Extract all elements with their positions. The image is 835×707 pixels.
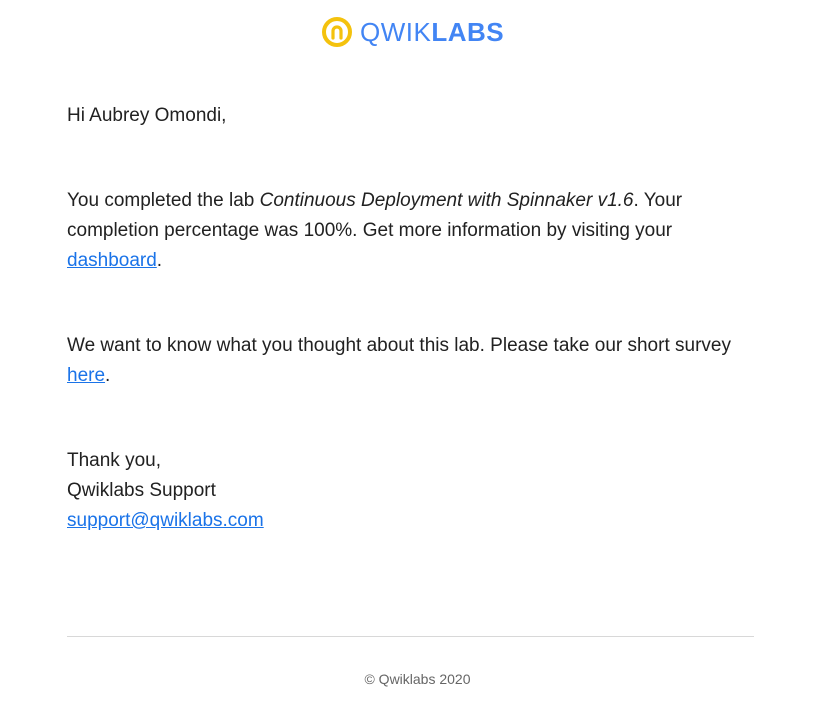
dashboard-link[interactable]: dashboard [67,250,157,271]
survey-paragraph: We want to know what you thought about t… [67,331,757,391]
footer-divider [67,636,754,637]
completion-suffix: . [156,250,163,271]
greeting: Hi Aubrey Omondi, [67,105,227,126]
survey-link[interactable]: here [67,365,105,386]
logo-wordmark: QWIKLABS [360,17,504,47]
email-body: Hi Aubrey Omondi, You completed the lab … [67,101,757,536]
support-email-link[interactable]: support@qwiklabs.com [67,510,264,531]
survey-prefix: We want to know what you thought about t… [67,335,731,356]
logo-text-labs: LABS [431,17,505,47]
signoff-sender: Qwiklabs Support [67,480,216,501]
completion-prefix: You completed the lab [67,190,260,211]
qwiklabs-logo: QWIKLABS [322,15,504,49]
signoff-thanks: Thank you, [67,450,161,471]
qwiklabs-logo-icon [322,17,352,47]
lab-name: Continuous Deployment with Spinnaker v1.… [259,190,634,211]
copyright-footer: © Qwiklabs 2020 [364,671,471,687]
survey-suffix: . [105,365,111,386]
completion-paragraph: You completed the lab Continuous Deploym… [67,186,757,276]
logo-text-qwik: QWIK [360,17,432,47]
